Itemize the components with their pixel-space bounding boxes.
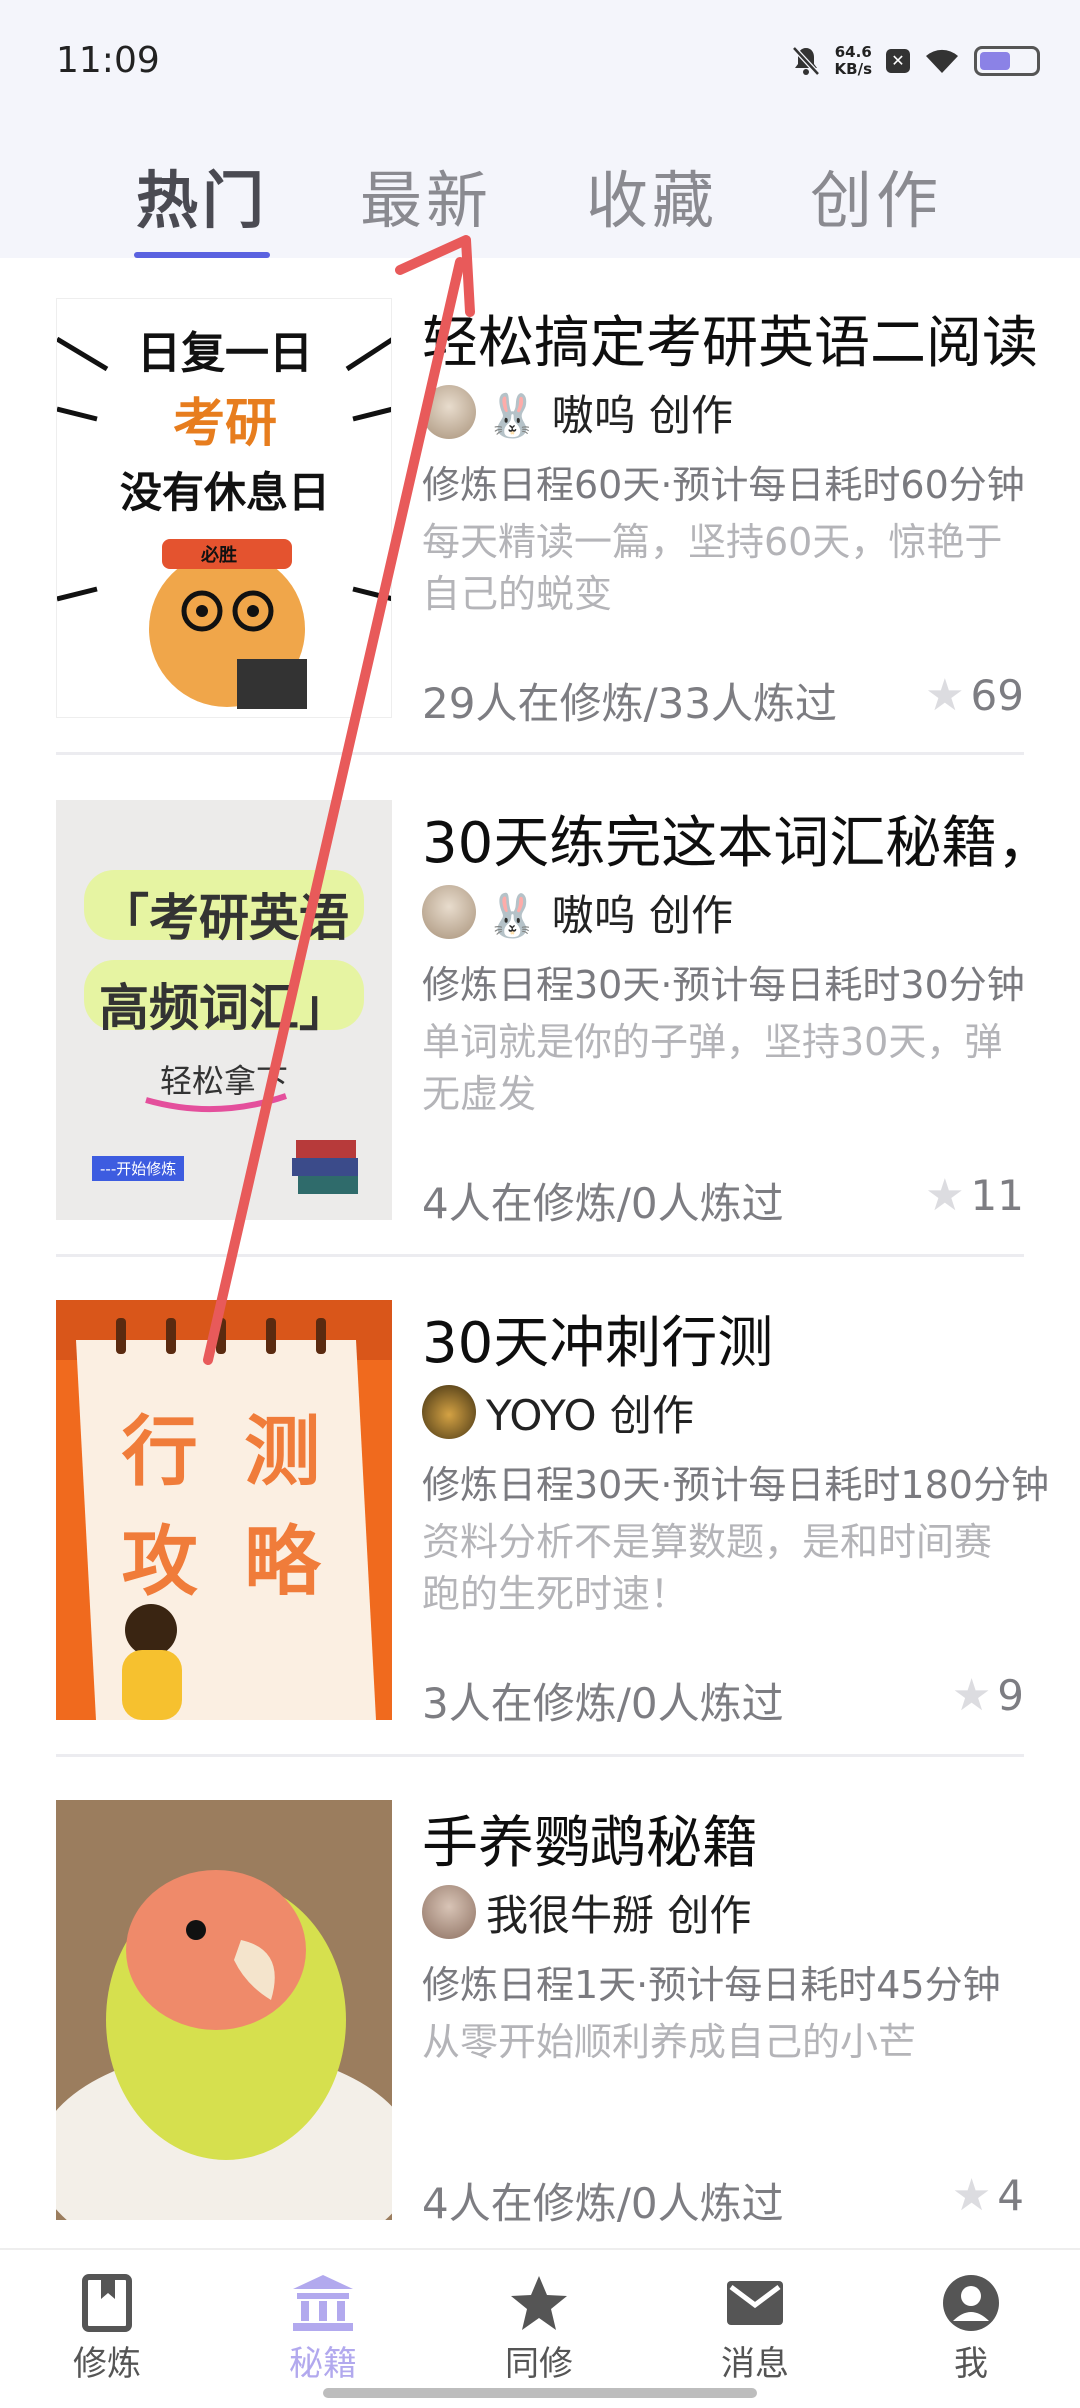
avatar[interactable] xyxy=(422,385,476,439)
status-time: 11:09 xyxy=(56,40,160,81)
profile-icon xyxy=(943,2275,999,2331)
course-stats: 3人在修炼/0人炼过 xyxy=(422,1679,784,1728)
nav-label: 秘籍 xyxy=(289,2344,357,2384)
nav-label: 消息 xyxy=(721,2344,789,2384)
cover-text-line1: 日复一日 xyxy=(137,328,313,379)
course-schedule: 修炼日程30天·预计每日耗时180分钟 xyxy=(422,1463,1049,1507)
book-icon xyxy=(82,2274,132,2332)
wifi-icon xyxy=(926,49,958,73)
list-item[interactable]: 「考研英语 高频词汇」 轻松拿下 ---开始修炼 30天练完这本词汇秘籍， 🐰 … xyxy=(0,758,1080,1258)
tab-latest[interactable]: 最新 xyxy=(360,150,492,240)
course-description: 单词就是你的子弹，坚持30天，弹无虚发 xyxy=(422,1020,1003,1116)
status-bar: 11:09 64.6 KB/s ✕ xyxy=(0,0,1080,120)
net-speed-unit: KB/s xyxy=(834,60,872,78)
cover-text-line2: 攻 略 xyxy=(121,1517,331,1606)
rating-count: 11 xyxy=(970,1171,1024,1220)
star-icon: ★ xyxy=(925,670,965,721)
author-row[interactable]: 🐰 嗷呜 创作 xyxy=(422,884,733,940)
cover-image xyxy=(56,1800,392,2220)
bottom-navigation: 修炼 秘籍 同修 消息 我 xyxy=(0,2248,1080,2408)
author-row[interactable]: 我很牛掰 创作 xyxy=(422,1884,751,1940)
net-speed: 64.6 KB/s xyxy=(835,44,872,78)
status-icons: 64.6 KB/s ✕ xyxy=(791,36,1040,86)
nav-messages[interactable]: 消息 xyxy=(675,2270,835,2390)
cover-badge: 必胜 xyxy=(201,545,237,566)
nav-manuals[interactable]: 秘籍 xyxy=(243,2270,403,2390)
list-item[interactable]: 行 测 攻 略 30天冲刺行测 YOYO 创作 修炼日程30天·预计每日耗时18… xyxy=(0,1258,1080,1758)
category-tabs: 热门 最新 收藏 创作 xyxy=(0,140,1080,258)
divider xyxy=(56,1254,1024,1257)
cover-image: 「考研英语 高频词汇」 轻松拿下 ---开始修炼 xyxy=(56,800,392,1220)
cover-image: 日复一日 考研 没有休息日 必胜 xyxy=(56,298,392,718)
tab-create[interactable]: 创作 xyxy=(810,150,942,240)
author-row[interactable]: 🐰 嗷呜 创作 xyxy=(422,384,733,440)
cover-text-line3: 轻松拿下 xyxy=(159,1062,288,1100)
cover-text-line2: 高频词汇」 xyxy=(99,979,349,1037)
app-notification-icon: ✕ xyxy=(886,49,910,73)
course-title[interactable]: 30天冲刺行测 xyxy=(422,1298,773,1379)
author-name: 🐰 嗷呜 创作 xyxy=(486,390,733,440)
list-item[interactable]: 手养鹦鹉秘籍 我很牛掰 创作 修炼日程1天·预计每日耗时45分钟 从零开始顺利养… xyxy=(0,1758,1080,2258)
tab-favorites[interactable]: 收藏 xyxy=(586,150,718,240)
course-stats: 4人在修炼/0人炼过 xyxy=(422,2179,784,2228)
course-stats: 4人在修炼/0人炼过 xyxy=(422,1179,784,1228)
avatar[interactable] xyxy=(422,1385,476,1439)
home-indicator[interactable] xyxy=(323,2388,757,2398)
tab-hot[interactable]: 热门 xyxy=(136,150,268,240)
cover-text-line2: 考研 xyxy=(172,394,277,454)
star-icon xyxy=(511,2276,567,2330)
net-speed-value: 64.6 xyxy=(834,43,872,61)
star-icon: ★ xyxy=(951,1670,992,1721)
author-row[interactable]: YOYO 创作 xyxy=(422,1384,694,1440)
nav-peers[interactable]: 同修 xyxy=(459,2270,619,2390)
divider xyxy=(56,752,1024,755)
course-title[interactable]: 轻松搞定考研英语二阅读 xyxy=(422,298,1038,379)
mail-icon xyxy=(727,2281,783,2325)
rating[interactable]: ★ 9 xyxy=(952,1670,1024,1721)
rating-count: 69 xyxy=(970,671,1024,720)
cover-text-line3: 没有休息日 xyxy=(119,468,330,517)
nav-label: 我 xyxy=(954,2344,988,2384)
avatar[interactable] xyxy=(422,1885,476,1939)
rating-count: 4 xyxy=(997,2171,1024,2220)
author-name: 我很牛掰 创作 xyxy=(486,1890,752,1940)
course-description: 资料分析不是算数题，是和时间赛跑的生死时速！ xyxy=(422,1520,993,1616)
nav-label: 修炼 xyxy=(73,2344,141,2384)
library-icon xyxy=(293,2275,353,2331)
cover-text-line1: 行 测 xyxy=(121,1407,331,1496)
avatar[interactable] xyxy=(422,885,476,939)
nav-practice[interactable]: 修炼 xyxy=(27,2270,187,2390)
course-schedule: 修炼日程1天·预计每日耗时45分钟 xyxy=(422,1963,1001,2007)
rating-count: 9 xyxy=(997,1671,1024,1720)
course-stats: 29人在修炼/33人炼过 xyxy=(422,679,838,728)
course-title[interactable]: 30天练完这本词汇秘籍， xyxy=(422,798,1053,879)
cover-badge: ---开始修炼 xyxy=(92,1156,185,1181)
battery-fill xyxy=(980,52,1010,70)
author-name: 🐰 嗷呜 创作 xyxy=(486,890,733,940)
rating[interactable]: ★ 4 xyxy=(952,2170,1024,2221)
rating[interactable]: ★ 11 xyxy=(925,1170,1024,1221)
author-name: YOYO 创作 xyxy=(486,1390,694,1440)
parrot-illustration xyxy=(56,1800,392,2220)
star-icon: ★ xyxy=(925,1170,965,1221)
course-title[interactable]: 手养鹦鹉秘籍 xyxy=(422,1798,758,1879)
list-item[interactable]: 日复一日 考研 没有休息日 必胜 轻松搞定考研英语二阅读 🐰 嗷呜 创作 修炼日… xyxy=(0,258,1080,758)
divider xyxy=(56,1754,1024,1757)
nav-profile[interactable]: 我 xyxy=(891,2270,1051,2390)
course-description: 从零开始顺利养成自己的小芒 xyxy=(422,2020,917,2064)
course-schedule: 修炼日程30天·预计每日耗时30分钟 xyxy=(422,963,1025,1007)
course-description: 每天精读一篇，坚持60天，惊艳于自己的蜕变 xyxy=(422,520,1003,616)
nav-label: 同修 xyxy=(505,2344,573,2384)
rating[interactable]: ★ 69 xyxy=(925,670,1024,721)
mute-bell-icon xyxy=(791,46,820,76)
battery-icon xyxy=(974,46,1040,76)
cover-text-line1: 「考研英语 xyxy=(99,889,349,947)
star-icon: ★ xyxy=(951,2170,992,2221)
cover-image: 行 测 攻 略 xyxy=(56,1300,392,1720)
course-schedule: 修炼日程60天·预计每日耗时60分钟 xyxy=(422,463,1025,507)
